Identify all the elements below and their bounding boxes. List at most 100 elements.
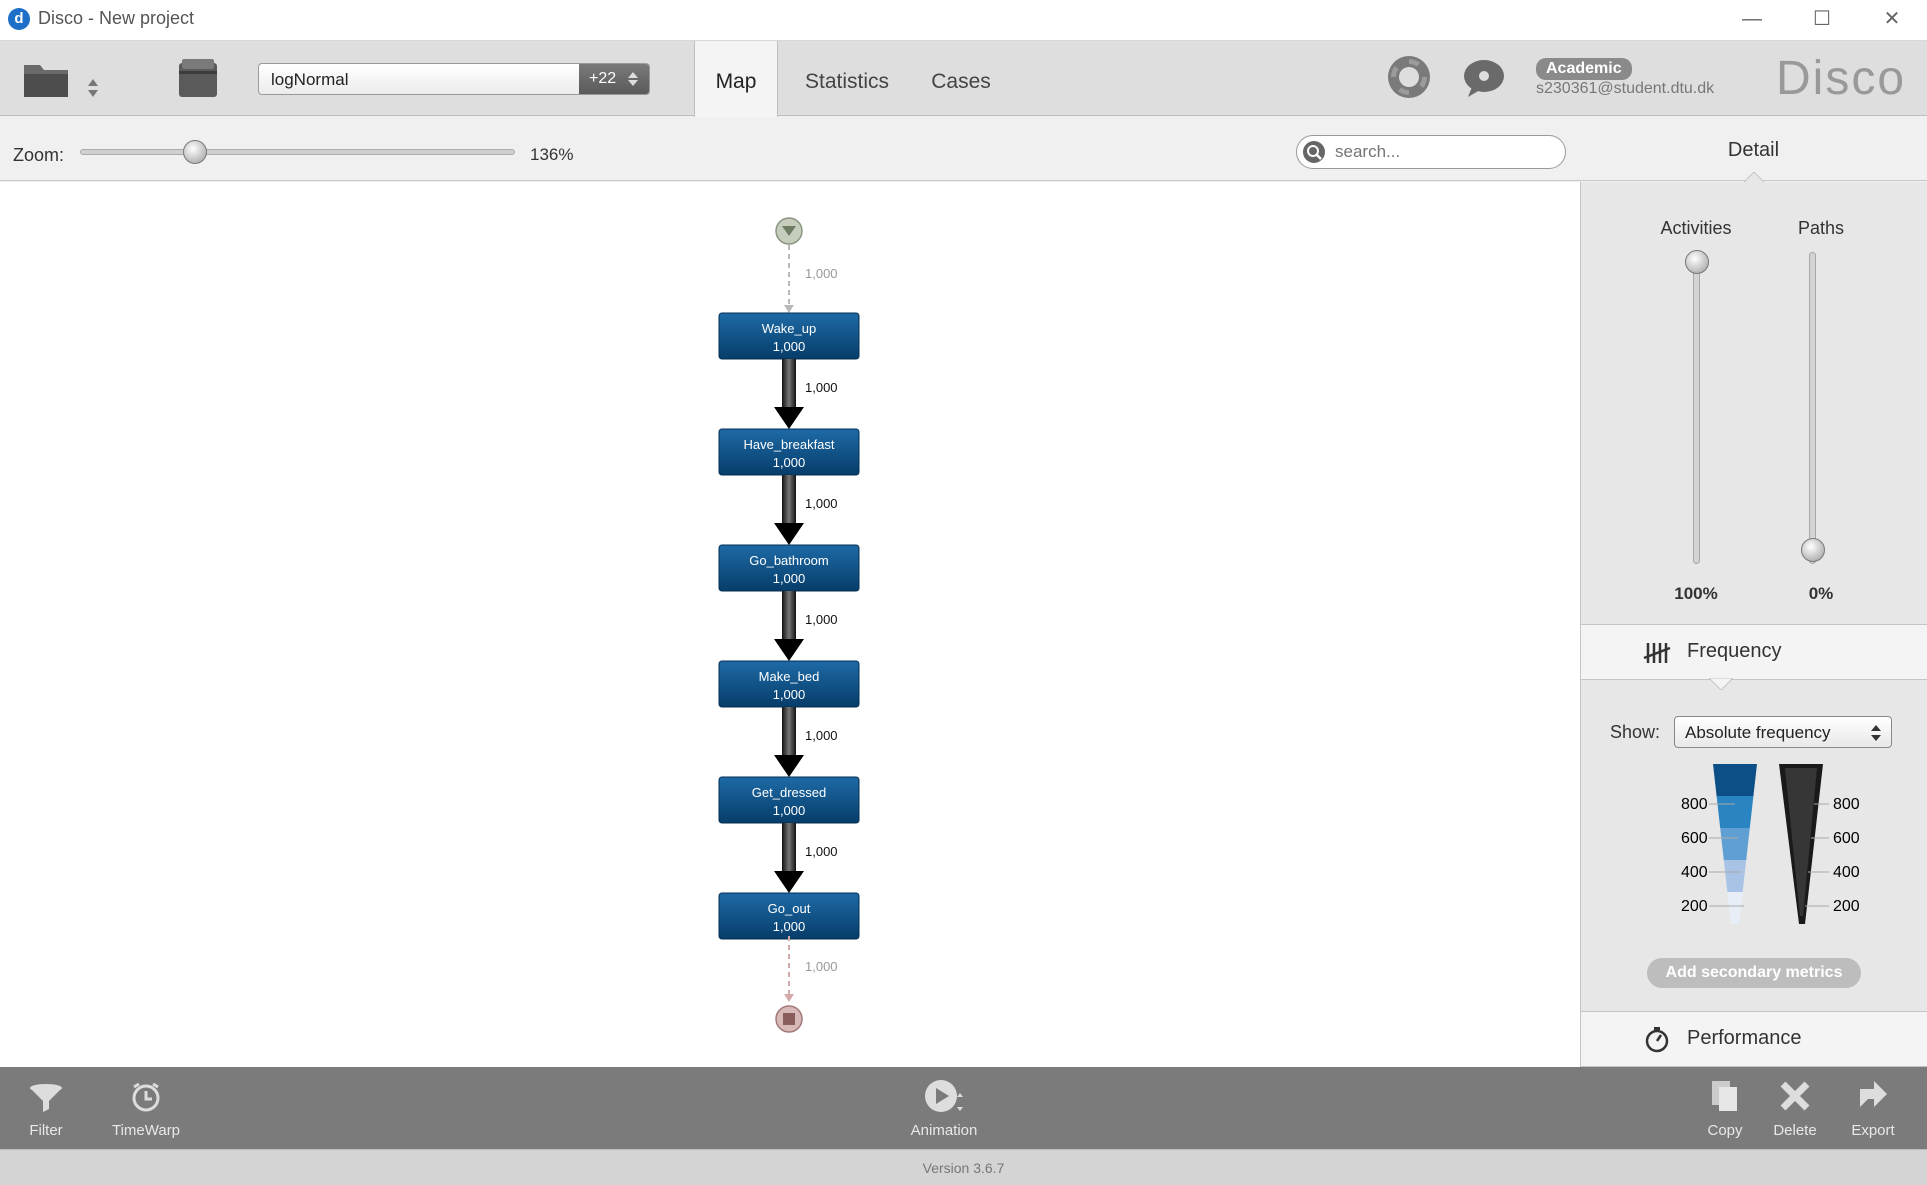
dataset-count-stepper[interactable]: +22 [579, 64, 649, 94]
paths-slider-track[interactable] [1809, 252, 1816, 564]
legend-band [1713, 764, 1757, 796]
speech-bubble-icon [1464, 60, 1504, 97]
dataset-selector[interactable]: logNormal +22 [258, 63, 650, 95]
edge-shaft [782, 359, 796, 409]
add-secondary-metrics-button[interactable]: Add secondary metrics [1647, 958, 1861, 988]
zoom-slider-handle[interactable] [182, 140, 207, 164]
maximize-button[interactable]: ☐ [1787, 0, 1857, 40]
search-field[interactable] [1296, 135, 1566, 169]
edge-shaft [782, 823, 796, 873]
show-metric-value: Absolute frequency [1685, 723, 1831, 742]
process-edge[interactable]: 1,000 [774, 707, 838, 777]
activity-node[interactable]: Go_bathroom 1,000 [718, 544, 860, 592]
process-edge[interactable]: 1,000 [774, 823, 838, 893]
edge-arrowhead [774, 523, 804, 545]
filter-icon [30, 1084, 62, 1112]
process-edge[interactable]: 1,000 [774, 359, 838, 429]
legend-tick-left: 800 [1681, 796, 1708, 813]
activity-count: 1,000 [773, 803, 806, 818]
activities-slider-track[interactable] [1693, 252, 1700, 564]
tab-map[interactable]: Map [694, 41, 778, 117]
open-project-button[interactable] [22, 59, 72, 104]
frequency-legend: 800 600 400 200 800 600 400 200 [1681, 764, 1860, 924]
end-node[interactable] [775, 1005, 803, 1033]
performance-section-header[interactable]: Performance [1581, 1011, 1927, 1067]
feedback-button[interactable] [1462, 57, 1506, 104]
copy-button[interactable]: Copy [1702, 1067, 1748, 1149]
dataset-name: logNormal [271, 70, 349, 89]
legend-band [1727, 892, 1743, 924]
export-label: Export [1851, 1122, 1895, 1139]
minimize-button[interactable]: — [1717, 0, 1787, 40]
filter-button[interactable]: Filter [18, 1067, 74, 1149]
animation-label: Animation [910, 1122, 978, 1139]
frequency-section-header[interactable]: Frequency [1581, 624, 1927, 680]
start-edge-arrow [784, 305, 794, 313]
activity-name: Go_out [768, 901, 811, 916]
activity-name: Have_breakfast [743, 437, 834, 452]
version-text: Version 3.6.7 [922, 1160, 1005, 1176]
bottom-toolbar: Filter TimeWarp Animation Copy Delete Ex… [0, 1067, 1927, 1149]
folder-icon [24, 65, 68, 97]
legend-tick-left: 600 [1681, 830, 1708, 847]
start-node[interactable] [775, 217, 803, 245]
updown-arrows-icon [88, 79, 98, 97]
help-button[interactable] [1386, 54, 1432, 105]
activity-count: 1,000 [773, 571, 806, 586]
app-logo-icon: d [8, 8, 30, 30]
legend-tick-left: 400 [1681, 864, 1708, 881]
activity-count: 1,000 [773, 455, 806, 470]
process-edge[interactable]: 1,000 [774, 591, 838, 661]
edge-label: 1,000 [805, 496, 838, 511]
license-badge: Academic [1536, 58, 1632, 80]
edge-label: 1,000 [805, 380, 838, 395]
activities-slider-handle[interactable] [1685, 250, 1709, 274]
show-label: Show: [1610, 722, 1661, 742]
process-edge[interactable]: 1,000 [774, 475, 838, 545]
activity-name: Wake_up [762, 321, 816, 336]
zoom-slider-track[interactable] [80, 149, 515, 155]
copy-label: Copy [1707, 1122, 1743, 1139]
export-button[interactable]: Export [1848, 1067, 1898, 1149]
filter-label: Filter [29, 1122, 63, 1139]
activity-count: 1,000 [773, 687, 806, 702]
animation-button[interactable]: Animation [906, 1067, 982, 1149]
activity-node[interactable]: Wake_up 1,000 [718, 312, 860, 360]
timewarp-button[interactable]: TimeWarp [108, 1067, 184, 1149]
activity-node[interactable]: Get_dressed 1,000 [718, 776, 860, 824]
paths-label: Paths [1797, 218, 1845, 238]
window-title: Disco - New project [38, 8, 195, 28]
activity-name: Go_bathroom [749, 553, 829, 568]
activity-node[interactable]: Go_out 1,000 [718, 892, 860, 940]
process-map-canvas[interactable]: 1,000 Wake_up 1,000 1,000 Have_breakfast 1,0… [0, 182, 1580, 1067]
title-bar: d Disco - New project — ☐ ✕ [0, 0, 1927, 41]
edge-arrowhead [774, 755, 804, 777]
close-button[interactable]: ✕ [1857, 0, 1927, 40]
edge-shaft [782, 591, 796, 641]
project-switch-stepper[interactable] [86, 77, 100, 104]
zoom-label: Zoom: [13, 145, 65, 165]
stopwatch-icon [1645, 1027, 1669, 1053]
paths-slider-handle[interactable] [1801, 538, 1825, 562]
play-icon [925, 1080, 963, 1112]
edge-arrowhead [774, 871, 804, 893]
edge-label: 1,000 [805, 728, 838, 743]
tab-statistics[interactable]: Statistics [792, 41, 902, 116]
export-arrow-icon [1860, 1081, 1887, 1107]
activity-node[interactable]: Have_breakfast 1,000 [718, 428, 860, 476]
detail-panel: Activities Paths 100% 0% Frequency Show:… [1580, 182, 1927, 1067]
show-metric-select[interactable]: Absolute frequency [1674, 716, 1892, 748]
zoom-bar: Zoom: 136% Detail [0, 117, 1927, 184]
start-edge-label: 1,000 [805, 266, 838, 281]
activity-node[interactable]: Make_bed 1,000 [718, 660, 860, 708]
performance-title: Performance [1687, 1027, 1802, 1049]
brand-logo: Disco [1776, 52, 1907, 105]
search-input[interactable] [1333, 141, 1553, 163]
paths-value: 0% [1808, 584, 1834, 603]
tab-cases[interactable]: Cases [918, 41, 1004, 116]
frequency-title: Frequency [1687, 640, 1782, 662]
delete-button[interactable]: Delete [1770, 1067, 1820, 1149]
lifebuoy-icon [1388, 56, 1430, 98]
dataset-archive-button[interactable] [176, 57, 220, 104]
edge-arrowhead [774, 407, 804, 429]
